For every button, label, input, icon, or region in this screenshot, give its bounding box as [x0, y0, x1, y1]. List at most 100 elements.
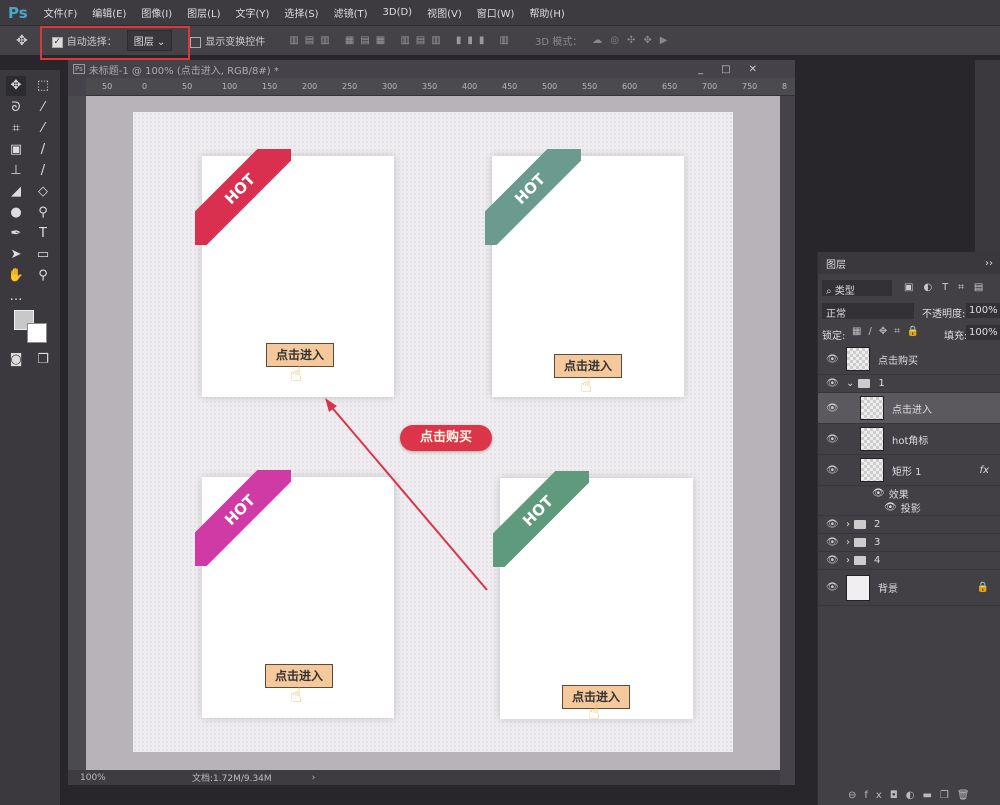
screen-mode-icon[interactable]: ❐	[33, 350, 53, 370]
eraser-tool-icon[interactable]: ◢	[6, 182, 26, 202]
layer-group-row[interactable]: 👁 › 3	[818, 534, 1000, 552]
dodge-tool-icon[interactable]: ⚲	[33, 203, 53, 223]
layer-row[interactable]: 👁 hot角标	[818, 424, 1000, 455]
chevron-right-icon[interactable]: ›	[846, 537, 850, 548]
layers-tab[interactable]: 图层	[818, 256, 854, 271]
lock-icons[interactable]: ▦/✥⌗🔒	[852, 326, 926, 337]
chevron-right-icon[interactable]: ›	[846, 519, 850, 530]
horizontal-ruler[interactable]: 50 0 50 100 150 200 250 300 350 400 450 500 550 600 65…	[86, 78, 795, 96]
vertical-ruler[interactable]	[68, 96, 86, 770]
healing-brush-icon[interactable]: ▣	[6, 140, 26, 160]
layer-thumbnail	[860, 396, 884, 420]
document-tab[interactable]: Ps 未标题-1 @ 100% (点击进入, RGB/8#) * _□✕	[68, 60, 795, 78]
eye-icon[interactable]: 👁	[826, 555, 840, 566]
fill-label: 填充:	[944, 331, 968, 342]
chevron-down-icon[interactable]: ⌄	[846, 378, 854, 389]
drop-shadow-row[interactable]: 👁 投影	[818, 500, 1000, 516]
ruler-label: 350	[422, 82, 438, 91]
drop-shadow-label: 投影	[900, 504, 921, 515]
rectangle-tool-icon[interactable]: ▭	[33, 245, 53, 265]
ruler-label: 550	[582, 82, 598, 91]
path-select-icon[interactable]: ➤	[6, 245, 26, 265]
show-transform-checkbox[interactable]: 显示变换控件	[190, 33, 265, 48]
fx-icon[interactable]: fx	[980, 465, 989, 476]
menu-file[interactable]: 文件(F)	[44, 5, 78, 20]
filter-icons[interactable]: ▣◐T⌗▤	[904, 282, 993, 293]
layer-name: 2	[874, 519, 881, 530]
layer-row[interactable]: 👁 点击购买	[818, 344, 1000, 375]
hand-tool-icon[interactable]: ✋	[6, 266, 26, 286]
ruler-label: 700	[702, 82, 718, 91]
menu-filter[interactable]: 滤镜(T)	[334, 5, 368, 20]
type-tool-icon[interactable]: T	[33, 224, 53, 244]
eye-icon[interactable]: 👁	[826, 434, 840, 445]
ruler-label: 300	[382, 82, 398, 91]
eye-icon[interactable]: 👁	[826, 519, 840, 530]
canvas[interactable]: HOT 点击进入 ☝ HOT 点击进入 ☝ HOT 点击进入 ☝ HOT 点击进…	[133, 112, 733, 752]
filter-type-dropdown[interactable]: ⌕ 类型	[822, 280, 892, 297]
3d-mode-label: 3D 模式：	[535, 37, 583, 48]
menu-3d[interactable]: 3D(D)	[383, 7, 413, 18]
quick-mask-icon[interactable]: ◙	[6, 350, 26, 370]
filter-label: 类型	[834, 286, 855, 297]
chevron-right-icon[interactable]: ›	[846, 555, 850, 566]
lock-label: 锁定:	[822, 331, 846, 342]
zoom-level[interactable]: 100%	[80, 773, 160, 783]
align-icons[interactable]: ▥▤▥ ▦▤▦ ▥▤▥ ▮▮▮ ▥	[289, 35, 515, 46]
layer-name: 3	[874, 537, 881, 548]
menu-edit[interactable]: 编辑(E)	[92, 5, 126, 20]
lasso-tool-icon[interactable]: ᘐ	[6, 98, 26, 118]
pen-tool-icon[interactable]: ✒	[6, 224, 26, 244]
move-tool-icon[interactable]: ✥	[16, 33, 28, 49]
layer-actions-icons[interactable]: ⊖fx◘◐▬❐🗑	[848, 790, 978, 801]
layer-group-row[interactable]: 👁 ⌄ 1	[818, 375, 1000, 393]
paint-bucket-icon[interactable]: ◇	[33, 182, 53, 202]
blur-tool-icon[interactable]: ●	[6, 203, 26, 223]
ruler-label: 50	[182, 82, 193, 91]
ruler-label: 450	[502, 82, 518, 91]
menu-view[interactable]: 视图(V)	[427, 5, 462, 20]
eye-icon[interactable]: 👁	[884, 502, 897, 513]
layer-row[interactable]: 👁 矩形 1 fx	[818, 455, 1000, 486]
menu-window[interactable]: 窗口(W)	[477, 5, 515, 20]
eye-icon[interactable]: 👁	[826, 354, 840, 365]
panel-menu-icon[interactable]: ››	[985, 258, 993, 269]
fill-input[interactable]: 100%	[966, 325, 1000, 340]
layer-row-selected[interactable]: 👁 点击进入	[818, 393, 1000, 424]
move-tool-icon[interactable]: ✥	[6, 76, 26, 96]
eyedropper-icon[interactable]: ⁄	[33, 119, 53, 139]
eye-icon[interactable]: 👁	[826, 403, 840, 414]
menu-layer[interactable]: 图层(L)	[187, 5, 220, 20]
eye-icon[interactable]: 👁	[826, 378, 840, 389]
magic-wand-icon[interactable]: ⁄	[33, 98, 53, 118]
brush-tool-icon[interactable]: /	[33, 140, 53, 160]
crop-tool-icon[interactable]: ⌗	[6, 119, 26, 139]
status-bar: 100% 文档:1.72M/9.34M ›	[68, 770, 780, 785]
ruler-label: 400	[462, 82, 478, 91]
background-color-swatch[interactable]	[27, 323, 47, 343]
more-tools-icon[interactable]: …	[6, 287, 26, 307]
layer-row-background[interactable]: 👁 背景 🔒	[818, 570, 1000, 606]
checkbox-icon	[190, 36, 202, 48]
layer-group-row[interactable]: 👁 › 2	[818, 516, 1000, 534]
marquee-tool-icon[interactable]: ⬚	[33, 76, 53, 96]
layer-group-row[interactable]: 👁 › 4	[818, 552, 1000, 570]
eye-icon[interactable]: 👁	[826, 465, 840, 476]
history-brush-icon[interactable]: /	[33, 161, 53, 181]
zoom-tool-icon[interactable]: ⚲	[33, 266, 53, 286]
eye-icon[interactable]: 👁	[872, 488, 885, 499]
layer-name: 矩形 1	[892, 466, 922, 478]
menu-image[interactable]: 图像(I)	[141, 5, 172, 20]
blend-mode-dropdown[interactable]: 正常	[822, 303, 914, 320]
opacity-input[interactable]: 100%	[966, 303, 1000, 318]
3d-mode-icons[interactable]: ☁◎✣✥▶	[592, 35, 675, 46]
menu-type[interactable]: 文字(Y)	[236, 5, 270, 20]
menu-select[interactable]: 选择(S)	[284, 5, 318, 20]
status-arrow-icon[interactable]: ›	[312, 773, 316, 783]
menu-help[interactable]: 帮助(H)	[529, 5, 564, 20]
eye-icon[interactable]: 👁	[826, 537, 840, 548]
stamp-tool-icon[interactable]: ⊥	[6, 161, 26, 181]
window-controls[interactable]: _□✕	[698, 64, 775, 75]
effects-row[interactable]: 👁 效果	[818, 486, 1000, 501]
eye-icon[interactable]: 👁	[826, 582, 840, 593]
